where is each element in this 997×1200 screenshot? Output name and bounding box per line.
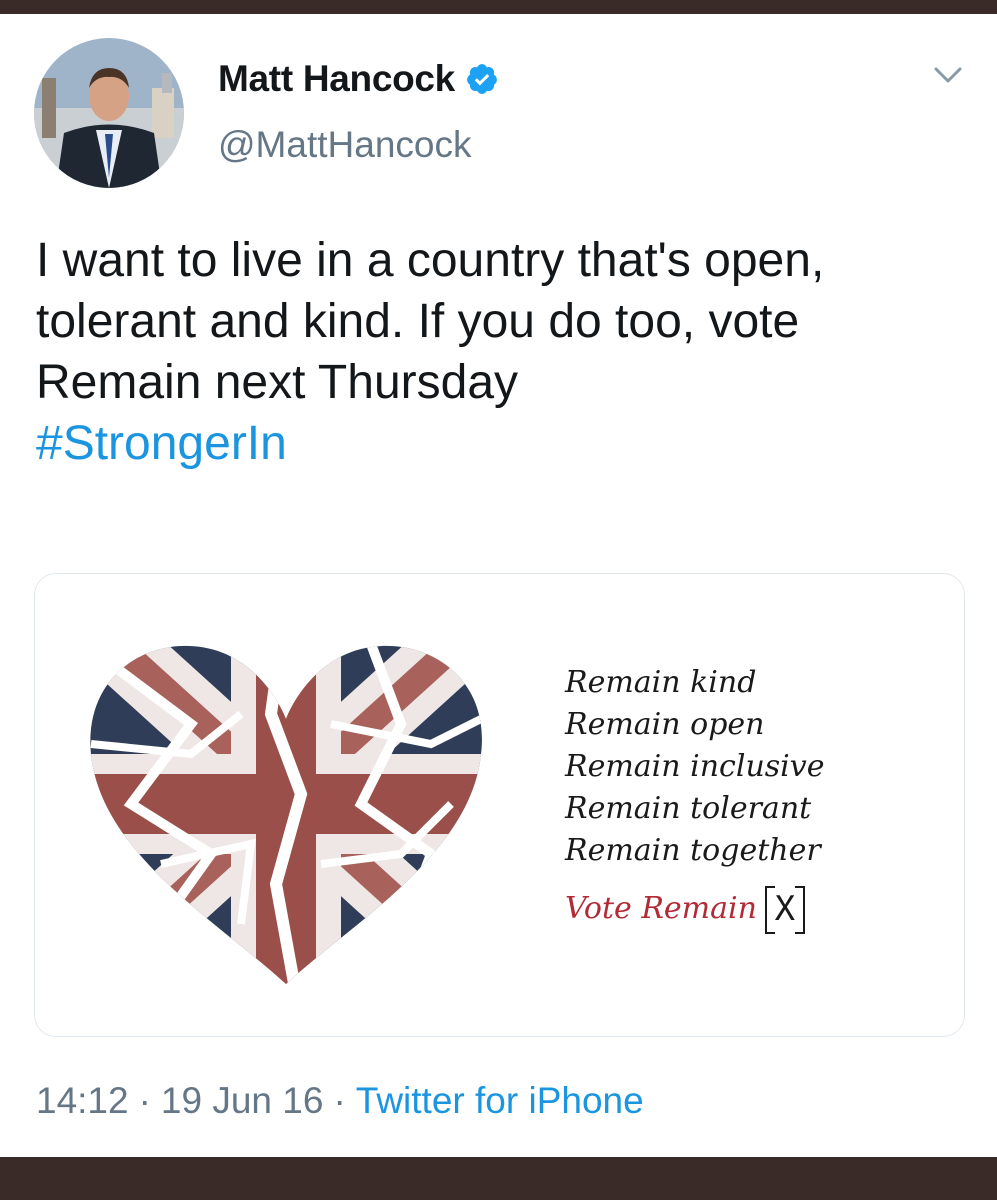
media-card[interactable]: Remain kind Remain open Remain inclusive…	[34, 573, 965, 1037]
slogan-line: Remain open	[565, 707, 765, 742]
tweet-date[interactable]: 19 Jun 16	[161, 1080, 324, 1122]
tweet-time[interactable]: 14:12	[36, 1080, 129, 1122]
union-jack-heart-image	[90, 645, 482, 985]
top-frame	[0, 0, 997, 14]
vote-remain-row: Vote Remain X	[565, 886, 824, 934]
separator-dot: ·	[333, 1080, 346, 1121]
verified-badge-icon	[467, 64, 497, 94]
chevron-down-icon[interactable]	[928, 60, 968, 90]
slogan-line: Remain tolerant	[565, 791, 812, 826]
slogan-line: Remain together	[565, 833, 821, 868]
tweet-meta: 14:12 · 19 Jun 16 · Twitter for iPhone	[36, 1080, 644, 1122]
slogan-list: Remain kind Remain open Remain inclusive…	[565, 662, 825, 934]
bottom-frame	[0, 1157, 997, 1200]
vote-remain-label: Vote Remain	[565, 891, 757, 926]
tweet-source-link[interactable]: Twitter for iPhone	[356, 1080, 644, 1122]
tweet-body: I want to live in a country that's open,…	[36, 234, 825, 409]
avatar[interactable]	[34, 38, 184, 188]
slogan-line: Remain kind	[565, 665, 757, 700]
slogan-line: Remain inclusive	[565, 749, 825, 784]
tweet-text: I want to live in a country that's open,…	[36, 230, 966, 474]
hashtag-link[interactable]: #StrongerIn	[36, 413, 966, 474]
user-name-row[interactable]: Matt Hancock	[218, 54, 499, 104]
separator-dot: ·	[138, 1080, 151, 1121]
ballot-box-mark: X	[764, 886, 805, 934]
user-name[interactable]: Matt Hancock	[218, 58, 455, 100]
user-handle[interactable]: @MattHancock	[218, 124, 471, 166]
